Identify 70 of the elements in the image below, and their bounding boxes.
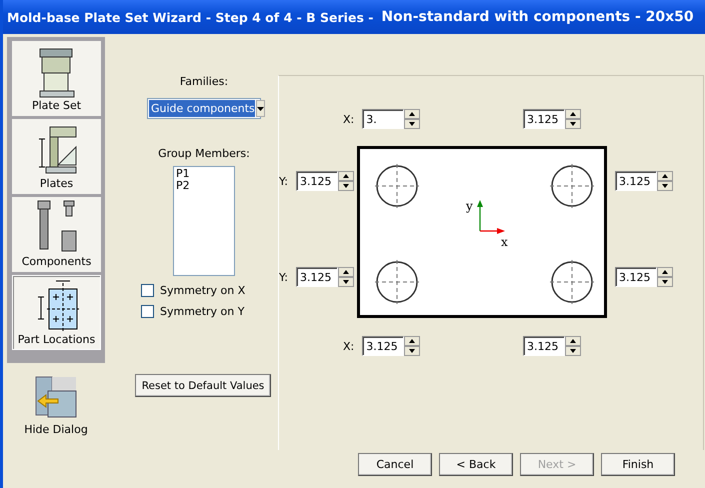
spin-down-button[interactable]	[338, 181, 354, 191]
hole-icon	[550, 164, 594, 208]
up-arrow-icon	[662, 270, 668, 274]
field-label: X:	[343, 340, 354, 352]
spin-up-button[interactable]	[657, 267, 673, 277]
down-arrow-icon	[409, 349, 416, 353]
wizard-button[interactable]: Finish	[601, 453, 675, 476]
spin-down-button[interactable]	[404, 119, 420, 129]
spin-up-button[interactable]	[338, 171, 354, 181]
dropdown-arrow-icon	[256, 106, 264, 110]
down-arrow-icon	[342, 280, 349, 284]
down-arrow-icon	[342, 184, 349, 188]
up-arrow-icon	[342, 174, 349, 178]
up-arrow-icon	[409, 339, 416, 343]
down-arrow-icon	[570, 122, 576, 126]
spin-field[interactable]: 3.125	[615, 267, 657, 287]
up-arrow-icon	[342, 270, 349, 274]
hole-icon	[550, 260, 594, 304]
spin-down-button[interactable]	[404, 346, 420, 356]
field-label: X:	[343, 112, 354, 126]
spin-field[interactable]: 3.125	[523, 336, 565, 356]
reset-button[interactable]: Reset to Default Values	[135, 374, 271, 397]
down-arrow-icon	[409, 122, 416, 126]
up-arrow-icon	[570, 339, 576, 343]
spin-field[interactable]: 3.	[362, 109, 404, 129]
step-item[interactable]: Plates	[12, 119, 101, 194]
spin-up-button[interactable]	[404, 109, 420, 119]
step-item[interactable]: Components	[12, 197, 101, 272]
spin-down-button[interactable]	[565, 119, 581, 129]
spin-down-button[interactable]	[565, 346, 581, 356]
wizard-button[interactable]: Cancel	[358, 453, 432, 476]
down-arrow-icon	[570, 349, 576, 353]
spin-up-button[interactable]	[404, 336, 420, 346]
window-subtitle: Non-standard with components - 20x50	[381, 9, 694, 25]
symmetry-checkbox[interactable]: Symmetry on X	[135, 284, 246, 297]
down-arrow-icon	[662, 184, 668, 188]
spin-down-button[interactable]	[338, 277, 354, 287]
hole-icon	[374, 260, 420, 304]
window-title: Mold-base Plate Set Wizard - Step 4 of 4 - B Series -	[7, 10, 374, 24]
hole-icon	[374, 164, 420, 208]
down-arrow-icon	[662, 280, 668, 284]
spin-down-button[interactable]	[657, 181, 673, 191]
spin-field[interactable]: 3.125	[523, 109, 565, 129]
up-arrow-icon	[570, 112, 576, 116]
spin-up-button[interactable]	[565, 109, 581, 119]
spin-down-button[interactable]	[657, 277, 673, 287]
spin-up-button[interactable]	[657, 171, 673, 181]
up-arrow-icon	[409, 112, 416, 116]
step-item[interactable]: Part Locations	[12, 275, 101, 350]
families-label: Families:	[180, 75, 228, 88]
list-item[interactable]: P2	[176, 180, 232, 192]
symmetry-checkbox[interactable]: Symmetry on Y	[135, 305, 244, 318]
spin-up-button[interactable]	[565, 336, 581, 346]
y-axis-label: y	[466, 199, 473, 213]
field-label: Y:	[279, 174, 288, 188]
hide-dialog-button[interactable]: Hide Dialog	[7, 375, 105, 436]
field-label: Y:	[279, 270, 288, 284]
wizard-button[interactable]: < Back	[439, 453, 513, 476]
spin-field[interactable]: 3.125	[296, 171, 338, 191]
x-axis-label: x	[501, 235, 508, 249]
spin-field[interactable]: 3.125	[615, 171, 657, 191]
step-item[interactable]: Plate Set	[12, 41, 101, 116]
collapse-panel-icon	[34, 375, 78, 419]
spin-up-button[interactable]	[338, 267, 354, 277]
axis-icon	[477, 200, 505, 234]
list-item[interactable]: P1	[176, 168, 232, 180]
group-members-label: Group Members:	[158, 147, 250, 160]
spin-field[interactable]: 3.125	[362, 336, 404, 356]
spin-field[interactable]: 3.125	[296, 267, 338, 287]
up-arrow-icon	[662, 174, 668, 178]
